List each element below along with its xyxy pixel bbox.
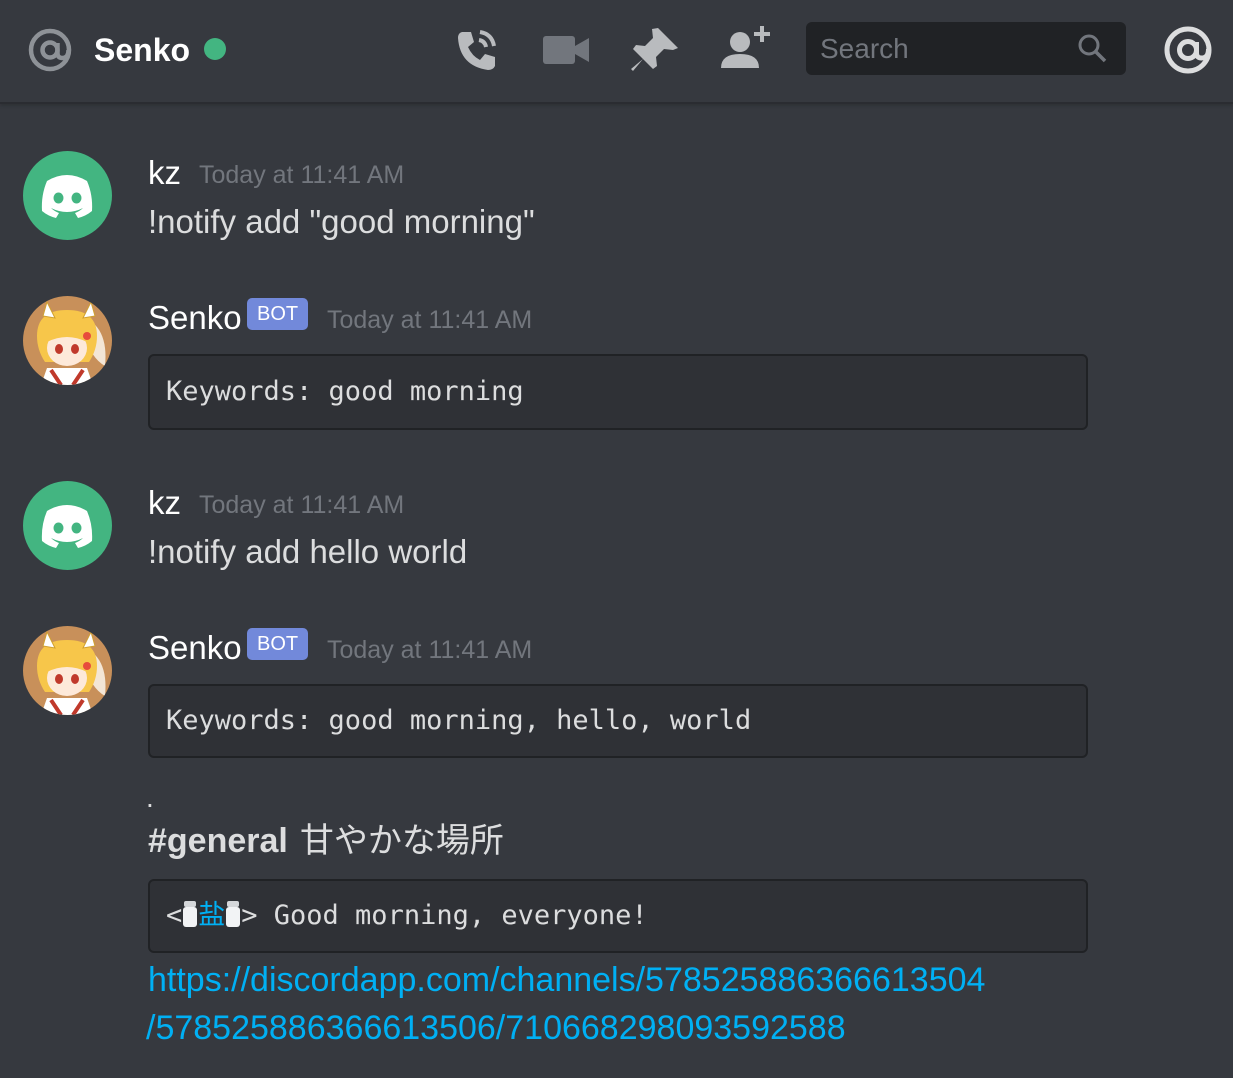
separator-dot: . (146, 782, 154, 813)
message-link-continued[interactable]: /578525886366613506/710668298093592588 (146, 1005, 846, 1051)
code-block: Keywords: good morning, hello, world (148, 684, 1088, 758)
video-camera-icon (543, 36, 589, 64)
channel-title: Senko (94, 32, 191, 68)
quote-code-block: < 盐 > Good morning, everyone! (148, 879, 1088, 953)
search-input[interactable] (818, 28, 1072, 70)
senko-avatar-image (23, 626, 112, 715)
timestamp: Today at 11:41 AM (327, 636, 533, 664)
quote-text: > Good morning, everyone! (241, 900, 648, 931)
salt-shaker-icon (226, 901, 241, 927)
channel-mention[interactable]: #general (148, 822, 288, 860)
author-name[interactable]: kz (148, 483, 181, 523)
avatar[interactable] (23, 296, 112, 385)
at-icon (28, 28, 72, 72)
call-button[interactable] (448, 22, 504, 78)
channel-header: Senko (0, 0, 1233, 104)
salt-shaker-icon (183, 901, 198, 927)
video-call-button[interactable] (538, 22, 594, 78)
add-friend-button[interactable] (718, 22, 774, 78)
author-name[interactable]: Senko (148, 628, 242, 668)
discord-logo-icon (41, 505, 93, 548)
channel-topic: 甘やかな場所 (299, 821, 504, 861)
mention-at-icon (1164, 26, 1212, 74)
timestamp: Today at 11:41 AM (199, 161, 405, 189)
bot-badge: BOT (247, 628, 309, 660)
author-name[interactable]: kz (148, 153, 181, 193)
phone-call-icon (458, 30, 496, 70)
mentions-button[interactable] (1160, 22, 1216, 78)
timestamp: Today at 11:41 AM (327, 306, 533, 334)
pinned-messages-button[interactable] (628, 22, 684, 78)
avatar[interactable] (23, 151, 112, 240)
search-icon (1078, 34, 1107, 63)
timestamp: Today at 11:41 AM (199, 491, 405, 519)
message-link[interactable]: https://discordapp.com/channels/57852588… (148, 957, 985, 1003)
notification-channel: #general 甘やかな場所 (148, 818, 504, 864)
senko-avatar-image (23, 296, 112, 385)
author-name[interactable]: Senko (148, 298, 242, 338)
quote-username[interactable]: 盐 (198, 900, 225, 931)
online-status-dot (204, 38, 226, 60)
avatar[interactable] (23, 481, 112, 570)
code-block: Keywords: good morning (148, 354, 1088, 430)
search-box[interactable] (806, 22, 1126, 75)
message-text: !notify add hello world (148, 533, 468, 570)
discord-logo-icon (41, 175, 93, 218)
bot-badge: BOT (247, 298, 309, 330)
pin-icon (631, 28, 678, 71)
add-user-icon (721, 26, 770, 68)
message-text: !notify add "good morning" (148, 203, 535, 240)
avatar[interactable] (23, 626, 112, 715)
quote-prefix: < (166, 900, 183, 931)
